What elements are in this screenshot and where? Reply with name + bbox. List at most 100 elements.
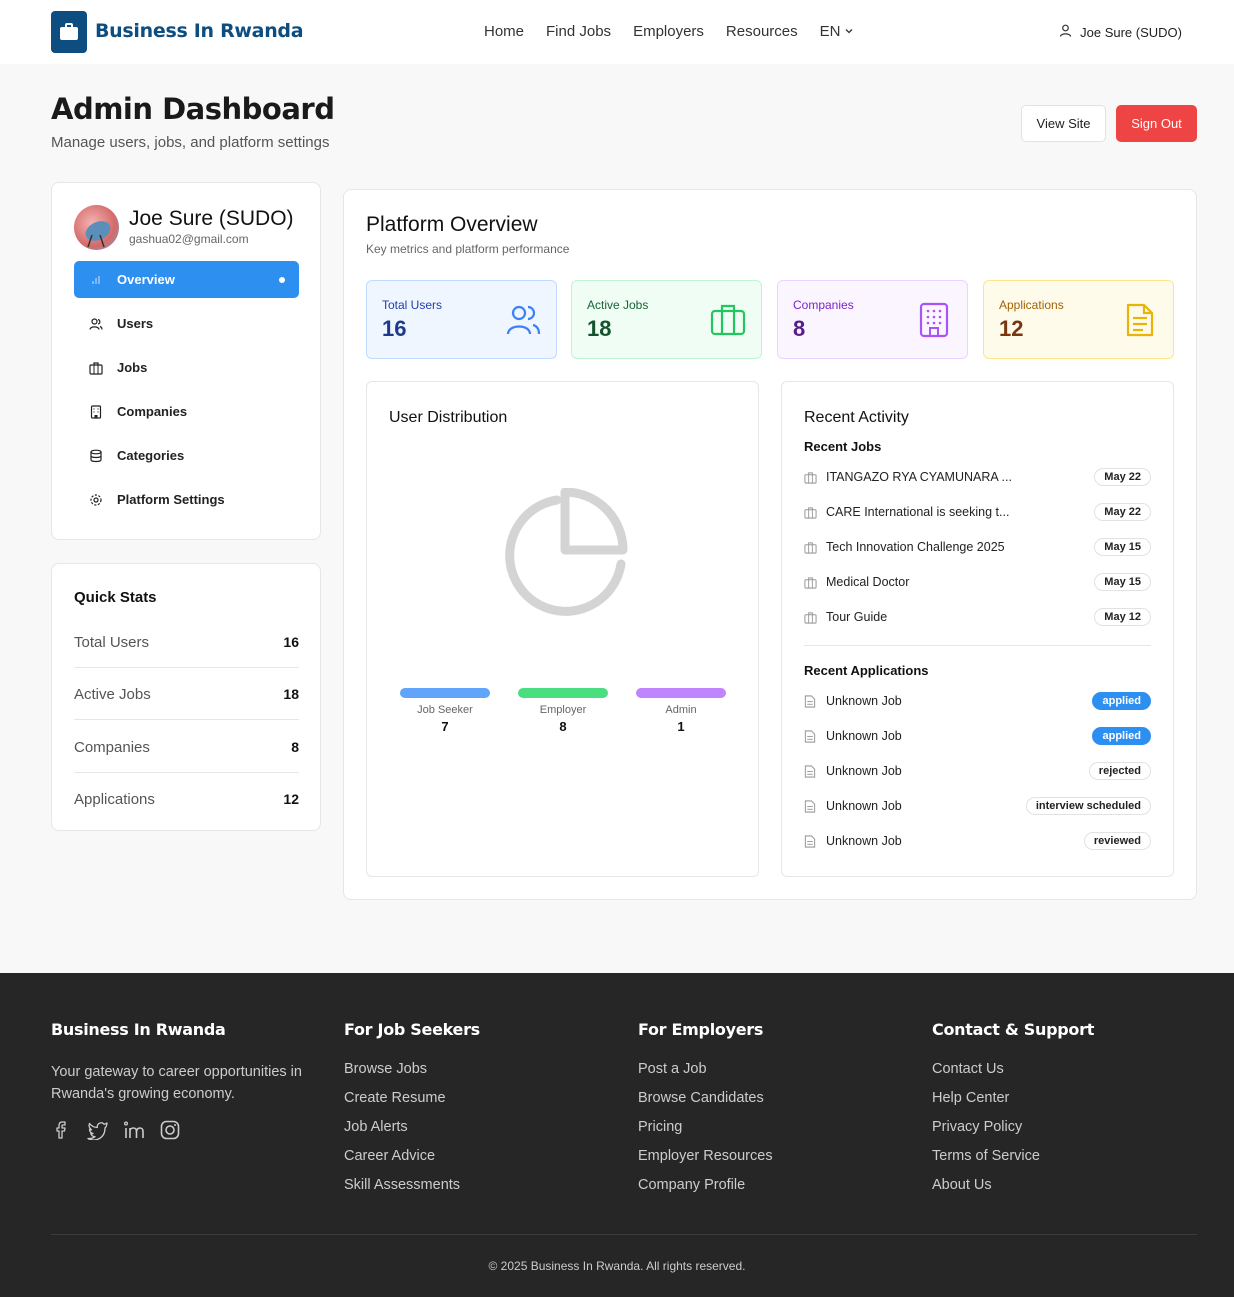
legend-name: Job Seeker <box>417 704 473 716</box>
recent-job-item[interactable]: CARE International is seeking t... May 2… <box>804 501 1151 523</box>
recent-application-item[interactable]: Unknown Job applied <box>804 725 1151 747</box>
footer-column-title: For Employers <box>638 1020 764 1039</box>
recent-job-item[interactable]: Tour Guide May 12 <box>804 606 1151 628</box>
document-icon <box>804 799 818 813</box>
recent-job-item[interactable]: Medical Doctor May 15 <box>804 571 1151 593</box>
legend-value: 1 <box>677 719 685 734</box>
footer-link[interactable]: Employer Resources <box>638 1148 773 1165</box>
facebook-icon[interactable] <box>51 1119 73 1141</box>
footer-link[interactable]: Company Profile <box>638 1177 773 1194</box>
footer-link[interactable]: Pricing <box>638 1119 773 1136</box>
briefcase-icon <box>804 610 818 624</box>
language-selector[interactable]: EN <box>820 23 855 40</box>
distribution-title: User Distribution <box>389 409 508 426</box>
sidebar-item-companies[interactable]: Companies <box>74 393 299 430</box>
user-menu[interactable]: Joe Sure (SUDO) <box>1059 24 1182 40</box>
profile-card: Joe Sure (SUDO) gashua02@gmail.com Overv… <box>51 182 321 540</box>
briefcase-icon <box>804 505 818 519</box>
footer-link[interactable]: Help Center <box>932 1090 1094 1107</box>
recent-job-item[interactable]: ITANGAZO RYA CYAMUNARA ... May 22 <box>804 466 1151 488</box>
sidebar-item-categories[interactable]: Categories <box>74 437 299 474</box>
twitter-icon[interactable] <box>87 1119 109 1141</box>
sidebar-item-users[interactable]: Users <box>74 305 299 342</box>
briefcase-logo-icon[interactable] <box>51 11 87 53</box>
copyright: © 2025 Business In Rwanda. All rights re… <box>488 1259 746 1273</box>
building-icon <box>89 404 103 419</box>
sidebar-item-label: Platform Settings <box>117 492 225 507</box>
brand-name[interactable]: Business In Rwanda <box>95 20 304 42</box>
date-badge: May 15 <box>1094 538 1151 556</box>
status-badge: reviewed <box>1083 832 1151 850</box>
legend-bar <box>636 688 726 698</box>
active-dot <box>279 276 285 283</box>
sign-out-button[interactable]: Sign Out <box>1116 105 1197 142</box>
stat-value: 18 <box>587 316 612 341</box>
sidebar-item-label: Companies <box>117 404 188 419</box>
nav-home[interactable]: Home <box>484 23 524 40</box>
footer-link[interactable]: Contact Us <box>932 1061 1094 1078</box>
briefcase-icon <box>710 302 746 338</box>
sidebar-item-platform-settings[interactable]: Platform Settings <box>74 481 299 518</box>
application-job-title: Unknown Job <box>826 799 902 813</box>
quick-stat-label: Companies <box>74 738 150 756</box>
date-badge: May 12 <box>1094 608 1151 626</box>
nav-find-jobs[interactable]: Find Jobs <box>546 23 611 40</box>
status-badge: applied <box>1092 692 1151 710</box>
footer-link[interactable]: About Us <box>932 1177 1094 1194</box>
nav-resources[interactable]: Resources <box>726 23 798 40</box>
briefcase-icon <box>89 361 103 375</box>
page-subtitle: Manage users, jobs, and platform setting… <box>51 134 330 151</box>
footer-link[interactable]: Career Advice <box>344 1148 480 1165</box>
quick-stat-row: Companies 8 <box>74 721 299 773</box>
footer-link[interactable]: Job Alerts <box>344 1119 480 1136</box>
application-job-title: Unknown Job <box>826 834 902 848</box>
document-icon <box>804 694 818 708</box>
recent-application-item[interactable]: Unknown Job applied <box>804 690 1151 712</box>
footer-link[interactable]: Terms of Service <box>932 1148 1094 1165</box>
sidebar-item-label: Users <box>117 316 154 331</box>
bar-chart-icon <box>89 273 103 287</box>
nav-employers[interactable]: Employers <box>633 23 704 40</box>
footer-link[interactable]: Browse Candidates <box>638 1090 773 1107</box>
status-badge: applied <box>1092 727 1151 745</box>
application-job-title: Unknown Job <box>826 764 902 778</box>
stat-label: Applications <box>999 298 1064 312</box>
footer-link[interactable]: Post a Job <box>638 1061 773 1078</box>
footer-about: Business In Rwanda Your gateway to caree… <box>51 1020 316 1141</box>
quick-stat-value: 8 <box>291 739 299 755</box>
recent-application-item[interactable]: Unknown Job reviewed <box>804 830 1151 852</box>
footer-brand: Business In Rwanda <box>51 1020 226 1039</box>
date-badge: May 22 <box>1094 468 1151 486</box>
linkedin-icon[interactable] <box>123 1119 145 1141</box>
recent-application-item[interactable]: Unknown Job interview scheduled <box>804 795 1151 817</box>
recent-job-item[interactable]: Tech Innovation Challenge 2025 May 15 <box>804 536 1151 558</box>
users-icon <box>505 302 541 338</box>
user-name: Joe Sure (SUDO) <box>1080 24 1182 40</box>
legend-bar <box>518 688 608 698</box>
footer-link[interactable]: Create Resume <box>344 1090 480 1107</box>
sidebar-menu: Overview Users Jobs Companies Categories… <box>74 261 299 525</box>
footer-link[interactable]: Skill Assessments <box>344 1177 480 1194</box>
footer-description: Your gateway to career opportunities in … <box>51 1064 302 1102</box>
footer-divider <box>51 1234 1197 1235</box>
overview-subtitle: Key metrics and platform performance <box>366 242 570 256</box>
profile-name: Joe Sure (SUDO) <box>129 207 294 230</box>
status-badge: interview scheduled <box>1025 797 1151 815</box>
footer-column-title: Contact & Support <box>932 1020 1095 1039</box>
quick-stat-row: Active Jobs 18 <box>74 668 299 720</box>
briefcase-icon <box>804 575 818 589</box>
footer-link[interactable]: Privacy Policy <box>932 1119 1094 1136</box>
recent-application-item[interactable]: Unknown Job rejected <box>804 760 1151 782</box>
pie-chart-icon <box>495 487 631 629</box>
sidebar-item-overview[interactable]: Overview <box>74 261 299 298</box>
stat-value: 16 <box>382 316 407 341</box>
user-distribution-card: User Distribution Job Seeker 7 Employer … <box>366 381 759 877</box>
sidebar-item-jobs[interactable]: Jobs <box>74 349 299 386</box>
platform-overview-card: Platform Overview Key metrics and platfo… <box>343 189 1197 900</box>
footer-link[interactable]: Browse Jobs <box>344 1061 480 1078</box>
footer-job-seekers: For Job Seekers Browse Jobs Create Resum… <box>344 1020 480 1206</box>
application-job-title: Unknown Job <box>826 694 902 708</box>
view-site-button[interactable]: View Site <box>1021 105 1106 142</box>
activity-title: Recent Activity <box>804 409 909 426</box>
instagram-icon[interactable] <box>159 1119 181 1141</box>
